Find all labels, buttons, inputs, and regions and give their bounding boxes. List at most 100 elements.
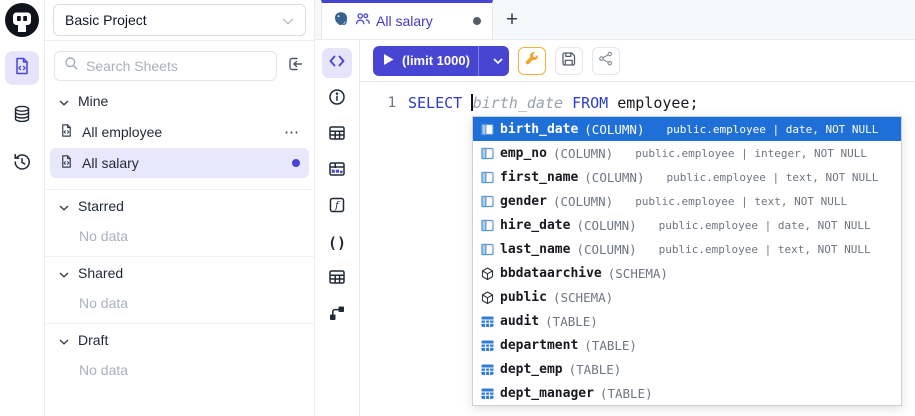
search-icon — [64, 56, 79, 76]
autocomplete-item-dept-manager[interactable]: dept_manager (TABLE) — [473, 381, 901, 405]
tool-parentheses-button[interactable]: () — [322, 228, 352, 258]
autocomplete-item-public[interactable]: public (SCHEMA) — [473, 285, 901, 309]
table-icon — [327, 123, 347, 148]
tool-table-button[interactable] — [322, 120, 352, 150]
sheet-item-all-salary[interactable]: All salary — [50, 148, 309, 178]
search-input[interactable] — [86, 58, 267, 74]
nav-rail — [0, 0, 45, 416]
tool-query-button[interactable] — [322, 48, 352, 78]
collapse-sidebar-icon — [286, 55, 304, 78]
autocomplete-item-emp-no[interactable]: emp_no (COLUMN) public.employee | intege… — [473, 141, 901, 165]
query-tools-button[interactable] — [518, 47, 546, 75]
autocomplete-item-audit[interactable]: audit (TABLE) — [473, 309, 901, 333]
nav-history-button[interactable] — [5, 147, 39, 181]
table-blue-icon — [481, 387, 494, 400]
item-detail: public.employee | text, NOT NULL — [635, 195, 847, 208]
line-number: 1 — [360, 95, 408, 111]
item-kind: (COLUMN) — [576, 242, 636, 257]
tab-label: All salary — [376, 13, 433, 29]
save-button[interactable] — [555, 47, 583, 75]
tool-ai-table-button[interactable] — [322, 156, 352, 186]
chevron-down-icon — [282, 12, 294, 28]
add-tab-button[interactable]: + — [493, 0, 531, 39]
item-name: last_name — [500, 242, 570, 257]
item-detail: public.employee | text, NOT NULL — [659, 243, 871, 256]
table-blue-icon — [481, 363, 494, 376]
postgres-icon — [333, 11, 349, 32]
code-brackets-icon — [327, 51, 347, 76]
section-shared: Shared No data — [45, 256, 314, 323]
column-icon — [481, 243, 494, 256]
column-icon — [481, 147, 494, 160]
sql-keyword: FROM — [572, 94, 608, 112]
item-kind: (TABLE) — [584, 338, 637, 353]
code-line: 1 SELECT birth_date FROM employee; — [360, 90, 915, 116]
empty-state: No data — [45, 288, 314, 313]
item-kind: (SCHEMA) — [553, 290, 613, 305]
column-icon — [481, 171, 494, 184]
autocomplete-item-birth-date[interactable]: birth_date (COLUMN) public.employee | da… — [473, 117, 901, 141]
section-label: Draft — [78, 332, 108, 348]
share-button[interactable] — [592, 47, 620, 75]
item-name: public — [500, 290, 547, 305]
autocomplete-item-gender[interactable]: gender (COLUMN) public.employee | text, … — [473, 189, 901, 213]
table-blue-icon — [481, 339, 494, 352]
section-header-mine[interactable]: Mine — [45, 85, 314, 116]
code-editor[interactable]: 1 SELECT birth_date FROM employee; birth… — [360, 82, 915, 416]
code-text: SELECT birth_date FROM employee; — [408, 94, 699, 112]
item-detail: public.employee | text, NOT NULL — [667, 171, 879, 184]
item-kind: (COLUMN) — [576, 218, 636, 233]
item-name: department — [500, 338, 578, 353]
search-box[interactable] — [54, 51, 277, 81]
autocomplete-item-first-name[interactable]: first_name (COLUMN) public.employee | te… — [473, 165, 901, 189]
item-name: dept_manager — [500, 386, 594, 401]
schema-cube-icon — [481, 267, 494, 280]
tab-all-salary[interactable]: All salary — [321, 0, 493, 39]
sheet-doc-icon — [59, 154, 74, 172]
editor-pane: (limit 1000) — [360, 40, 915, 416]
more-options-icon[interactable]: ⋯ — [284, 123, 300, 141]
collapse-sidebar-button[interactable] — [284, 53, 305, 79]
svg-text:f: f — [334, 199, 341, 211]
item-name: birth_date — [500, 122, 578, 137]
item-kind: (COLUMN) — [584, 170, 644, 185]
section-header-starred[interactable]: Starred — [45, 190, 314, 221]
tool-table2-button[interactable] — [322, 264, 352, 294]
autocomplete-item-last-name[interactable]: last_name (COLUMN) public.employee | tex… — [473, 237, 901, 261]
section-header-shared[interactable]: Shared — [45, 257, 314, 288]
tool-rail: f () — [315, 40, 360, 416]
tool-function-button[interactable]: f — [322, 192, 352, 222]
autocomplete-item-bbdataarchive[interactable]: bbdataarchive (SCHEMA) — [473, 261, 901, 285]
project-selector-value: Basic Project — [65, 12, 147, 28]
item-kind: (TABLE) — [569, 362, 622, 377]
section-draft: Draft No data — [45, 323, 314, 390]
item-kind: (COLUMN) — [584, 122, 644, 137]
item-kind: (TABLE) — [545, 314, 598, 329]
nav-sheets-button[interactable] — [5, 51, 39, 85]
editor-toolbar: (limit 1000) — [360, 40, 915, 82]
chevron-down-icon — [59, 93, 69, 109]
tool-info-button[interactable] — [322, 84, 352, 114]
wrench-icon — [523, 50, 540, 72]
sheet-item-all-employee[interactable]: All employee ⋯ — [50, 117, 309, 147]
run-options-caret[interactable] — [487, 46, 509, 76]
section-header-draft[interactable]: Draft — [45, 324, 314, 355]
run-query-button[interactable]: (limit 1000) — [373, 46, 509, 76]
function-icon: f — [327, 195, 347, 220]
autocomplete-item-hire-date[interactable]: hire_date (COLUMN) public.employee | dat… — [473, 213, 901, 237]
autocomplete-item-department[interactable]: department (TABLE) — [473, 333, 901, 357]
database-icon — [12, 104, 32, 129]
section-starred: Starred No data — [45, 189, 314, 256]
run-label: (limit 1000) — [402, 53, 470, 68]
save-icon — [560, 50, 577, 72]
main-area: All salary + — [315, 0, 915, 416]
code-file-icon — [12, 56, 32, 81]
tool-flow-button[interactable] — [322, 300, 352, 330]
autocomplete-item-dept-emp[interactable]: dept_emp (TABLE) — [473, 357, 901, 381]
nav-database-button[interactable] — [5, 99, 39, 133]
share-icon — [597, 50, 614, 72]
project-selector[interactable]: Basic Project — [53, 4, 306, 36]
app-logo[interactable] — [0, 0, 45, 44]
item-kind: (TABLE) — [600, 386, 653, 401]
code-space — [563, 94, 572, 112]
